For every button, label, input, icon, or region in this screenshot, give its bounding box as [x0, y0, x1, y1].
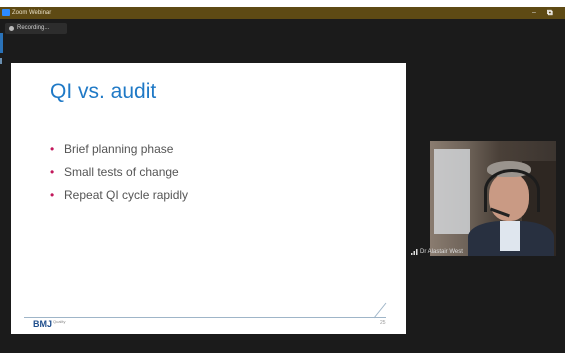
- bullet-item: • Repeat QI cycle rapidly: [50, 184, 188, 207]
- bullet-item: • Small tests of change: [50, 161, 188, 184]
- signal-bars-icon: [411, 249, 418, 255]
- bullet-dot-icon: •: [50, 142, 55, 156]
- speaker-video-tile[interactable]: [430, 141, 556, 256]
- bullet-dot-icon: •: [50, 165, 55, 179]
- recording-indicator[interactable]: Recording...: [5, 23, 67, 34]
- left-edge-accent: [0, 33, 3, 53]
- bullet-text: Small tests of change: [64, 165, 179, 179]
- maximize-button[interactable]: ⧉: [547, 7, 553, 18]
- title-bar: Zoom Webinar – ⧉: [0, 7, 565, 19]
- participant-name-label: Dr Alastair West: [420, 249, 463, 255]
- zoom-logo-icon: [2, 9, 10, 16]
- slide-page-number: 25: [380, 320, 386, 326]
- shared-slide: QI vs. audit • Brief planning phase • Smal…: [11, 63, 406, 334]
- footer-swoosh-icon: [373, 302, 387, 319]
- headset-icon: [484, 169, 540, 212]
- video-speaker-shirt: [500, 221, 520, 251]
- bmj-logo-subtitle: Quality: [53, 319, 66, 324]
- minimize-button[interactable]: –: [532, 7, 536, 18]
- video-window-light: [434, 149, 470, 234]
- bmj-logo: BMJ: [33, 319, 53, 329]
- left-edge-accent-small: [0, 58, 2, 64]
- bullet-list: • Brief planning phase • Small tests of ch…: [50, 138, 188, 207]
- window-title: Zoom Webinar: [12, 10, 52, 16]
- bullet-text: Repeat QI cycle rapidly: [64, 188, 189, 202]
- zoom-window: Zoom Webinar – ⧉ Recording... QI vs. aud…: [0, 0, 565, 353]
- recording-label: Recording...: [17, 25, 50, 31]
- footer-rule: [24, 317, 386, 318]
- bullet-dot-icon: •: [50, 188, 55, 202]
- record-dot-icon: [9, 26, 14, 31]
- bullet-text: Brief planning phase: [64, 142, 174, 156]
- slide-title: QI vs. audit: [50, 80, 157, 103]
- bullet-item: • Brief planning phase: [50, 138, 188, 161]
